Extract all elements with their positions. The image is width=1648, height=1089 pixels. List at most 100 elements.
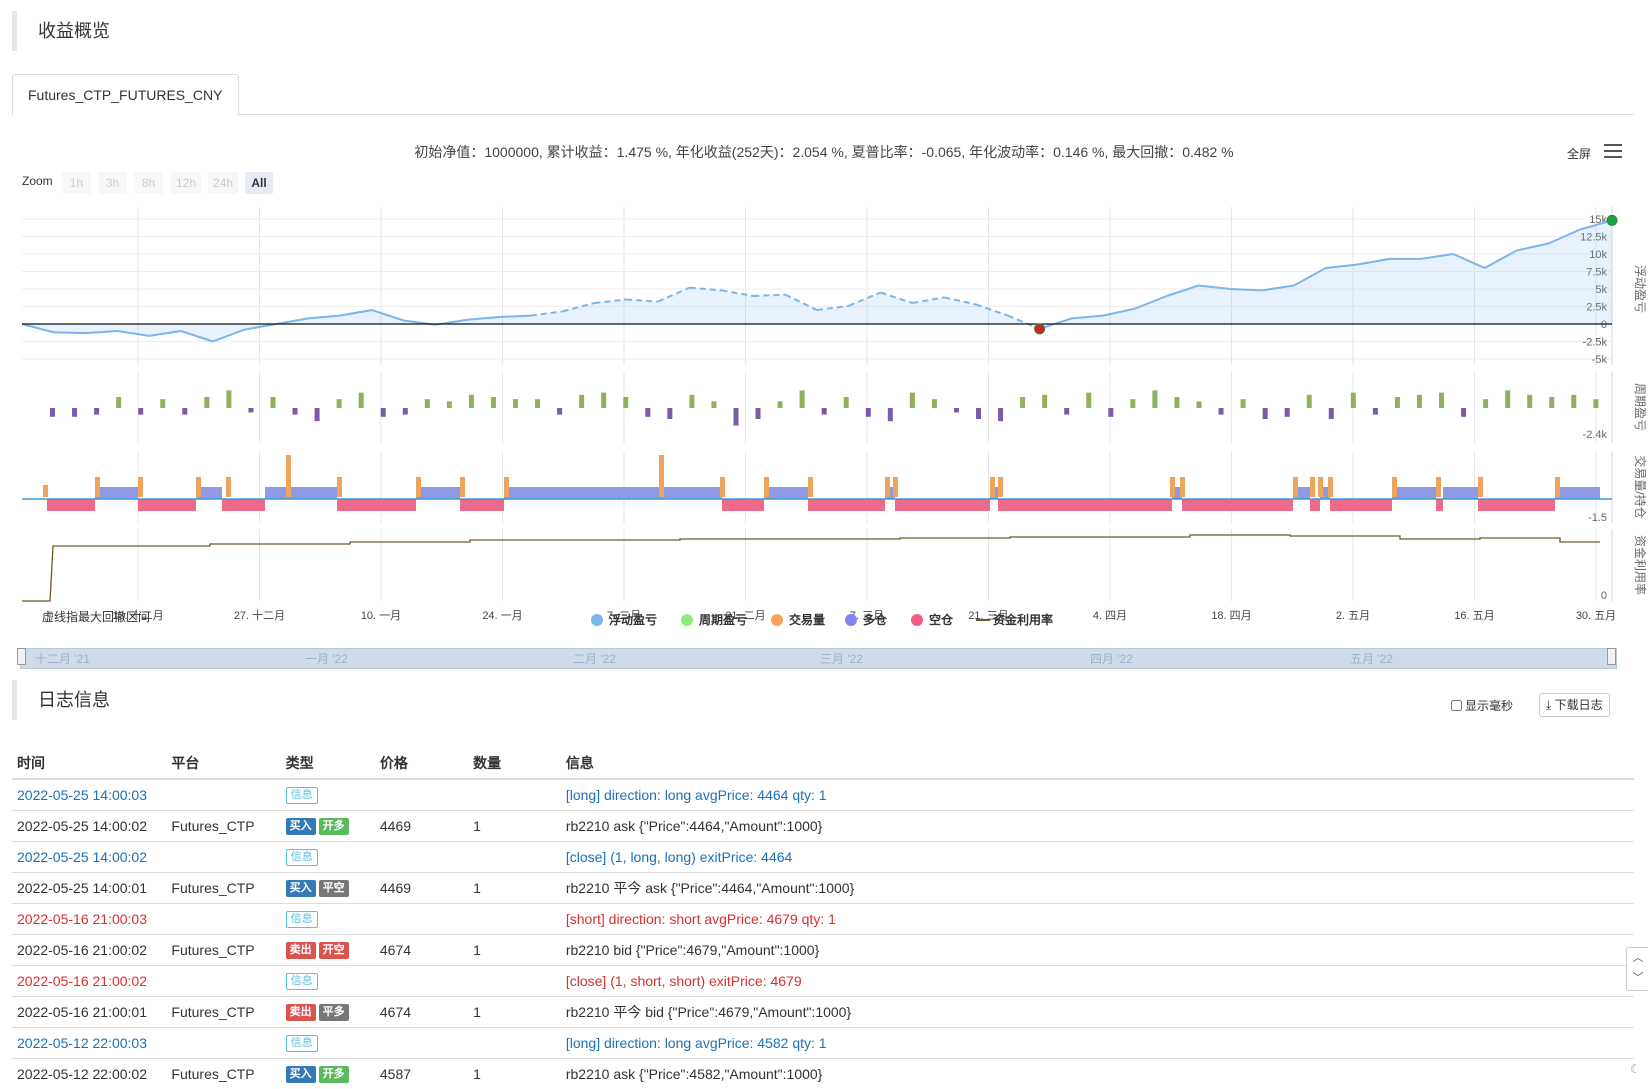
volume-bar	[460, 477, 465, 497]
long-position-bar	[416, 487, 460, 499]
period-pnl-bar	[667, 408, 673, 419]
short-position-bar	[138, 499, 196, 511]
period-pnl-bar	[182, 408, 188, 415]
long-position-bar	[95, 487, 138, 499]
legend-label: 多仓	[863, 612, 888, 627]
short-position-bar	[1310, 499, 1320, 511]
period-pnl-bar	[1461, 408, 1467, 417]
navigator-left-handle[interactable]	[17, 648, 26, 665]
download-log-button[interactable]: ⤓ 下载日志	[1539, 693, 1610, 717]
log-cell-price: 4674	[374, 996, 469, 1028]
period-pnl-bar	[1240, 399, 1246, 408]
log-cell-time: 2022-05-16 21:00:02	[12, 965, 167, 997]
log-cell-msg: [close] (1, short, short) exitPrice: 467…	[560, 965, 1634, 997]
volume-bar	[1436, 477, 1441, 497]
legend-label: 周期盈亏	[699, 612, 747, 627]
legend-dot	[911, 614, 923, 626]
log-cell-type: 买入 开多	[280, 810, 375, 842]
log-cell-qty: 1	[468, 810, 561, 842]
log-cell-qty	[468, 841, 561, 873]
dark-mode-icon[interactable]: ☾	[1630, 1062, 1641, 1076]
download-icon: ⤓	[1546, 698, 1552, 712]
log-cell-time: 2022-05-25 14:00:02	[12, 841, 167, 873]
volume-bar	[659, 455, 664, 497]
log-cell-msg: [long] direction: long avgPrice: 4464 qt…	[560, 778, 1634, 811]
period-pnl-bar	[1174, 397, 1180, 408]
x-tick-label: 27. 十二月	[234, 608, 285, 622]
log-cell-msg: rb2210 bid {"Price":4679,"Amount":1000}	[560, 934, 1634, 966]
period-pnl-bar	[1505, 390, 1511, 408]
log-row: 2022-05-16 21:00:02 Futures_CTP 卖出 开空 4674 1 r…	[12, 934, 1634, 966]
show-ms-checkbox[interactable]: 显示毫秒	[1451, 697, 1513, 714]
column-header: 数量	[468, 748, 561, 780]
volume-bar	[1478, 477, 1483, 497]
log-row: 2022-05-25 14:00:01 Futures_CTP 买入 平空 4469 1 r…	[12, 872, 1634, 904]
short-position-bar	[222, 499, 265, 511]
navigator-right-handle[interactable]	[1607, 648, 1616, 665]
log-cell-qty: 1	[468, 996, 561, 1028]
period-pnl-bar	[909, 392, 915, 408]
period-pnl-bar	[799, 390, 805, 408]
log-cell-type: 信息	[280, 965, 375, 997]
type-badge: 卖出	[285, 942, 316, 959]
type-badge: 买入	[285, 1066, 316, 1083]
scroll-up-icon[interactable]: ︿	[1627, 948, 1648, 968]
log-cell-msg: [short] direction: short avgPrice: 4679 …	[560, 903, 1634, 935]
volume-bar	[95, 477, 100, 497]
volume-bar	[138, 477, 143, 497]
type-badge: 信息	[285, 1035, 318, 1052]
log-cell-platform	[166, 778, 281, 811]
log-cell-price	[374, 965, 469, 997]
x-tick-label: 30. 五月	[1576, 610, 1616, 622]
legend-label: 浮动盈亏	[609, 612, 657, 627]
period-pnl-bar	[292, 408, 298, 415]
scroll-down-icon[interactable]: ﹀	[1627, 968, 1648, 988]
scroll-controls[interactable]: ︿ ﹀	[1626, 947, 1648, 991]
log-cell-price	[374, 778, 469, 811]
period-pnl-bar	[711, 401, 717, 408]
volume-bar	[196, 477, 201, 497]
download-label: 下载日志	[1554, 698, 1603, 712]
type-badge: 平多	[318, 1004, 349, 1021]
period-pnl-bar	[1218, 408, 1224, 415]
y-axis-title: 周期盈亏	[1633, 383, 1647, 431]
log-title: 日志信息	[12, 680, 110, 720]
log-cell-price: 4587	[374, 1058, 469, 1089]
x-tick-label: 2. 五月	[1336, 610, 1370, 622]
log-row: 2022-05-25 14:00:02 信息 [close] (1, long, l…	[12, 841, 1634, 873]
log-cell-time: 2022-05-25 14:00:03	[12, 778, 167, 811]
legend-label: 资金利用率	[993, 612, 1053, 627]
period-pnl-bar	[777, 401, 783, 408]
column-header: 价格	[374, 748, 469, 780]
log-cell-price	[374, 903, 469, 935]
log-cell-qty	[468, 1027, 561, 1059]
long-position-bar	[504, 487, 722, 499]
log-cell-type: 买入 平空	[280, 872, 375, 904]
volume-bar	[990, 477, 995, 497]
period-pnl-bar	[314, 408, 320, 422]
period-pnl-bar	[1196, 401, 1202, 408]
long-position-bar	[764, 487, 808, 499]
column-header: 信息	[560, 748, 1634, 780]
period-pnl-bar	[1593, 399, 1599, 408]
log-cell-platform: Futures_CTP	[166, 934, 281, 966]
period-pnl-bar	[402, 408, 408, 415]
volume-bar	[998, 477, 1003, 497]
period-pnl-bar	[623, 397, 629, 408]
log-cell-type: 信息	[280, 778, 375, 811]
log-cell-msg: rb2210 平今 bid {"Price":4679,"Amount":100…	[560, 996, 1634, 1028]
period-pnl-bar	[1020, 397, 1026, 408]
y-min-label: -2.4k	[1583, 429, 1608, 441]
log-cell-qty	[468, 903, 561, 935]
volume-bar	[43, 485, 48, 497]
legend-dot	[591, 614, 603, 626]
legend-label: 空仓	[929, 612, 954, 627]
volume-bar	[720, 477, 725, 497]
log-cell-platform	[166, 1027, 281, 1059]
show-ms-input[interactable]	[1451, 700, 1462, 711]
log-cell-price	[374, 841, 469, 873]
period-pnl-bar	[998, 408, 1004, 422]
column-header: 平台	[166, 748, 281, 780]
floating-pnl-area	[22, 220, 1612, 342]
short-position-bar	[895, 499, 990, 511]
